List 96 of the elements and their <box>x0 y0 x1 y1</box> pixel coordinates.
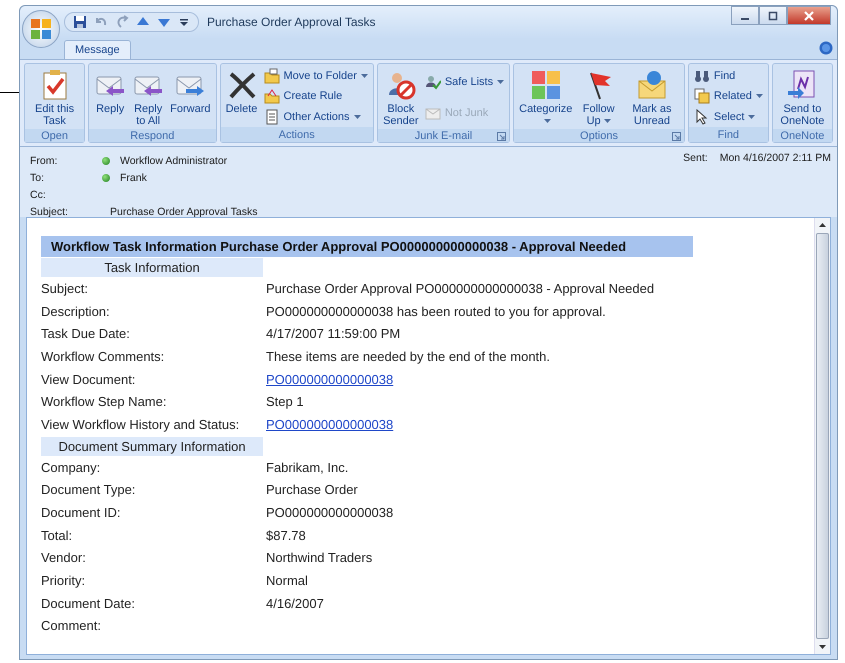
group-label: Junk E-mail <box>414 130 472 142</box>
field-value: Normal <box>266 573 308 588</box>
scrollbar[interactable] <box>814 218 830 654</box>
field-value: PO000000000000038 has been routed to you for approval. <box>266 304 606 319</box>
field-value: Purchase Order <box>266 482 358 498</box>
field-label: View Workflow History and Status: <box>41 416 240 432</box>
ribbon-button[interactable]: Related <box>694 86 763 106</box>
ribbon-button[interactable]: Categorize <box>516 66 576 129</box>
presence-dot <box>102 156 110 164</box>
field-value: These items are needed by the end of the month. <box>266 348 550 364</box>
group-label: Open <box>41 130 68 142</box>
field-label: Subject: <box>41 280 89 296</box>
field-value: Fabrikam, Inc. <box>266 460 348 475</box>
group-label: Options <box>580 130 618 142</box>
field-label: Company: <box>41 460 102 475</box>
field-label: View Document: <box>41 372 136 387</box>
header-label: Subject: <box>30 206 69 218</box>
presence-dot <box>102 174 110 182</box>
section-heading: Task Information <box>41 258 263 277</box>
save-icon[interactable] <box>73 15 87 29</box>
office-button[interactable] <box>22 10 60 48</box>
cursor-icon <box>694 108 710 125</box>
ribbon-button[interactable]: Safe Lists <box>424 72 504 92</box>
ribbon-tab[interactable]: Message <box>64 40 131 59</box>
field-value: Step 1 <box>266 394 304 410</box>
field-label: Vendor: <box>41 550 87 566</box>
customize-icon[interactable] <box>178 16 190 28</box>
office-logo-icon <box>28 16 54 42</box>
header-label: To: <box>30 172 46 184</box>
group-label: OneNote <box>780 130 824 142</box>
field-value: Purchase Order Approval PO000000000000038 - Approval Needed <box>266 280 654 296</box>
ribbon-button[interactable]: Delete <box>222 66 260 127</box>
minimize-icon <box>741 18 749 20</box>
maximize-button[interactable] <box>759 6 787 25</box>
scroll-up-icon[interactable] <box>818 221 827 230</box>
group-label: Find <box>718 128 740 140</box>
ribbon-button[interactable]: Reply to All <box>129 66 168 129</box>
ribbon-button[interactable]: Reply <box>91 66 130 129</box>
group-label: Actions <box>278 128 315 140</box>
ribbon-button[interactable]: Move to Folder <box>264 66 368 86</box>
ribbon-button[interactable]: Create Rule <box>264 86 368 106</box>
field-label: Document Date: <box>41 596 136 611</box>
ribbon-button[interactable]: Select <box>694 106 763 127</box>
field-value: 4/17/2007 11:59:00 PM <box>266 326 400 342</box>
ribbon-button[interactable]: Other Actions <box>264 106 368 127</box>
header-value: Purchase Order Approval Tasks <box>110 206 258 218</box>
ribbon-button[interactable]: Send to OneNote <box>774 66 830 129</box>
categorize-icon <box>530 69 562 101</box>
section-heading: Document Summary Information <box>41 436 263 456</box>
message-heading: Workflow Task Information Purchase Order Approval PO000000000000038 - Approval Needed <box>41 236 693 257</box>
ribbon-button[interactable]: Find <box>694 66 763 86</box>
field-label: Total: <box>41 528 74 543</box>
caret-icon <box>497 80 504 84</box>
scroll-down-icon[interactable] <box>818 642 827 651</box>
caret-icon <box>354 114 361 119</box>
caret-icon <box>604 119 611 124</box>
redo-icon[interactable] <box>115 15 129 29</box>
ribbon-button[interactable]: Mark as Unread <box>622 66 682 129</box>
ribbon-button[interactable]: Block Sender <box>380 66 422 129</box>
field-value: 4/16/2007 <box>266 596 324 611</box>
header-value: Frank <box>120 172 147 184</box>
document-link[interactable]: PO000000000000038 <box>266 372 394 387</box>
field-value: PO000000000000038 <box>266 505 394 520</box>
header-label: From: <box>30 154 58 166</box>
caret-icon <box>748 114 756 119</box>
caret-icon <box>544 119 551 124</box>
field-label: Workflow Comments: <box>41 348 166 364</box>
dialog-launcher-icon[interactable] <box>672 132 681 141</box>
close-button[interactable] <box>787 6 831 25</box>
field-label: Description: <box>41 304 111 319</box>
field-label: Task Due Date: <box>41 326 131 342</box>
field-label: Document Type: <box>41 482 136 498</box>
help-icon[interactable] <box>819 41 833 55</box>
maximize-icon <box>768 10 778 20</box>
field-label: Comment: <box>41 618 102 634</box>
caret-icon <box>756 94 763 98</box>
field-label: Workflow Step Name: <box>41 394 168 410</box>
window-title: Purchase Order Approval Tasks <box>207 15 376 29</box>
field-value: $87.78 <box>266 528 306 543</box>
caret-icon <box>360 74 368 78</box>
sent-value: Mon 4/16/2007 2:11 PM <box>720 152 831 166</box>
close-icon <box>803 10 815 20</box>
document-link[interactable]: PO000000000000038 <box>266 416 394 432</box>
header-value: Workflow Administrator <box>120 154 228 166</box>
field-value: Northwind Traders <box>266 550 372 566</box>
dialog-launcher-icon[interactable] <box>497 132 506 141</box>
header-label: Cc: <box>30 188 47 200</box>
folder-icon <box>264 68 280 84</box>
ribbon-button[interactable]: Forward <box>167 66 214 129</box>
ribbon-button[interactable]: Follow Up <box>575 66 622 129</box>
ribbon-button[interactable]: Edit this Task <box>27 66 82 129</box>
field-label: Document ID: <box>41 505 122 520</box>
field-label: Priority: <box>41 573 86 588</box>
minimize-button[interactable] <box>731 6 759 25</box>
sent-label: Sent: <box>683 152 708 166</box>
group-label: Respond <box>130 130 174 142</box>
